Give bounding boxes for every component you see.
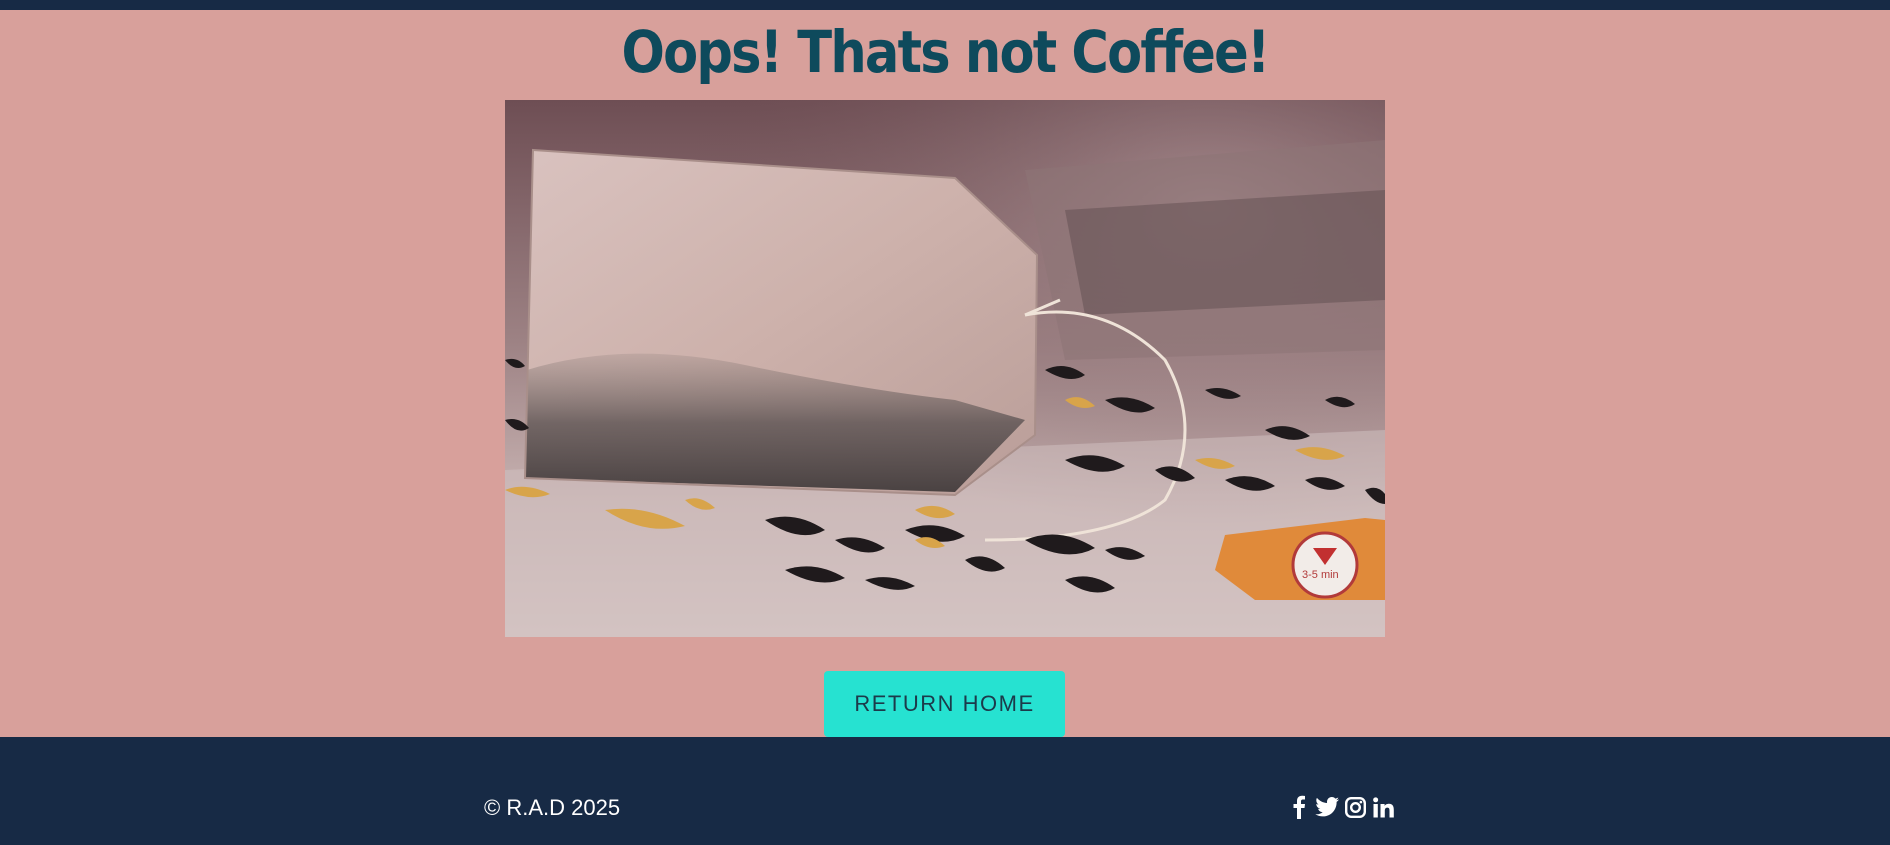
page-title: Oops! Thats not Coffee! (621, 18, 1270, 86)
copyright: © R.A.D 2025 (484, 795, 621, 820)
instagram-icon[interactable] (1343, 795, 1367, 819)
top-bar (0, 0, 1890, 10)
social-links (1287, 795, 1395, 819)
main-content: Oops! Thats not Coffee! 3-5 min RETURN H… (0, 10, 1890, 737)
footer: © R.A.D 2025 (0, 737, 1890, 845)
svg-text:3-5 min: 3-5 min (1302, 569, 1339, 581)
twitter-icon[interactable] (1315, 795, 1339, 819)
facebook-icon[interactable] (1287, 795, 1311, 819)
hero-image: 3-5 min (505, 100, 1385, 637)
linkedin-icon[interactable] (1371, 795, 1395, 819)
return-home-button[interactable]: RETURN HOME (824, 671, 1065, 737)
